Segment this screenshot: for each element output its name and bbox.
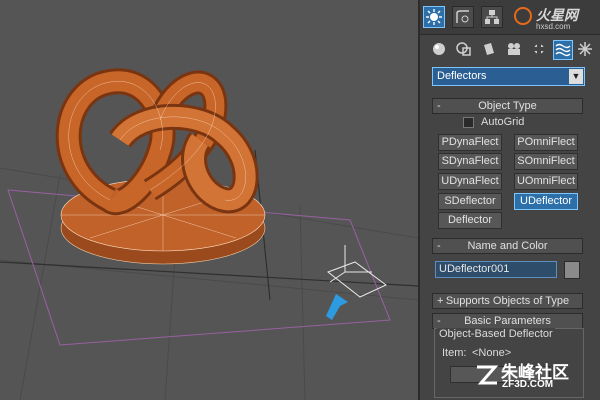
category-dropdown-value: Deflectors [437,70,487,82]
pdynaflect-button[interactable]: PDynaFlect [438,134,502,151]
supports-objects-rollout-header[interactable]: + Supports Objects of Type [432,293,583,309]
basic-parameters-rollout-header[interactable]: - Basic Parameters [432,313,583,329]
torus-knot [55,68,259,215]
autogrid-checkbox[interactable] [463,117,474,128]
site-logo: 火星网 hxsd.com [512,4,598,32]
perspective-viewport[interactable] [0,0,418,400]
autogrid-label: AutoGrid [481,116,525,128]
modify-icon [456,10,469,23]
geometry-tab[interactable] [430,40,450,60]
udynaflect-button[interactable]: UDynaFlect [438,173,502,190]
viewport-scene [0,68,418,400]
name-and-color-rollout-header[interactable]: - Name and Color [432,238,583,254]
helpers-icon [533,43,545,55]
object-color-swatch[interactable] [564,261,580,279]
command-panel-tabs: 火星网 hxsd.com [420,0,600,35]
logo-mark-icon [514,7,532,25]
space-warps-icon [555,43,571,57]
space-warps-tab[interactable] [553,40,573,60]
pomniflect-button[interactable]: POmniFlect [514,134,578,151]
shapes-tab[interactable] [455,40,475,60]
modify-tab[interactable] [452,6,474,28]
logo-url: hxsd.com [536,22,571,31]
sdeflector-button[interactable]: SDeflector [438,193,502,210]
create-tab[interactable] [423,6,445,28]
pointer-arrow-icon [326,294,348,320]
geometry-icon [433,43,445,55]
rollout-collapse-icon: - [437,240,441,252]
supports-objects-title: Supports Objects of Type [445,295,570,307]
category-dropdown[interactable]: Deflectors ▼ [432,67,585,86]
create-icon [426,9,442,25]
lights-icon [484,43,494,55]
command-panel: 火星网 hxsd.com Deflectors ▼ - Object Type … [418,0,600,400]
watermark-logo-icon [477,365,499,385]
hierarchy-icon [485,10,499,24]
rollout-collapse-icon: - [437,100,441,112]
basic-parameters-title: Basic Parameters [464,315,551,327]
object-type-rollout-header[interactable]: - Object Type [432,98,583,114]
shapes-icon [456,42,471,56]
community-watermark: 朱峰社区 ZF3D.COM [475,357,597,397]
udeflector-button[interactable]: UDeflector [514,193,578,210]
sdynaflect-button[interactable]: SDynaFlect [438,153,502,170]
lights-tab[interactable] [480,40,500,60]
chevron-down-icon[interactable]: ▼ [569,69,583,84]
object-based-deflector-label: Object-Based Deflector [437,328,555,340]
rollout-expand-icon: + [437,295,444,307]
udeflector-gizmo[interactable] [326,245,387,298]
create-category-tabs [420,38,600,64]
systems-tab[interactable] [576,40,596,60]
rollout-collapse-icon: - [437,315,441,327]
uomniflect-button[interactable]: UOmniFlect [514,173,578,190]
deflector-button[interactable]: Deflector [438,212,502,229]
hierarchy-tab[interactable] [481,6,503,28]
cameras-icon [508,43,520,55]
name-and-color-title: Name and Color [467,240,548,252]
systems-icon [578,42,592,56]
object-type-title: Object Type [478,100,537,112]
watermark-url: ZF3D.COM [502,379,554,390]
somniflect-button[interactable]: SOmniFlect [514,153,578,170]
object-name-field[interactable]: UDeflector001 [435,261,557,278]
helpers-tab[interactable] [530,40,550,60]
cameras-tab[interactable] [505,40,525,60]
item-label: Item: [442,347,467,359]
